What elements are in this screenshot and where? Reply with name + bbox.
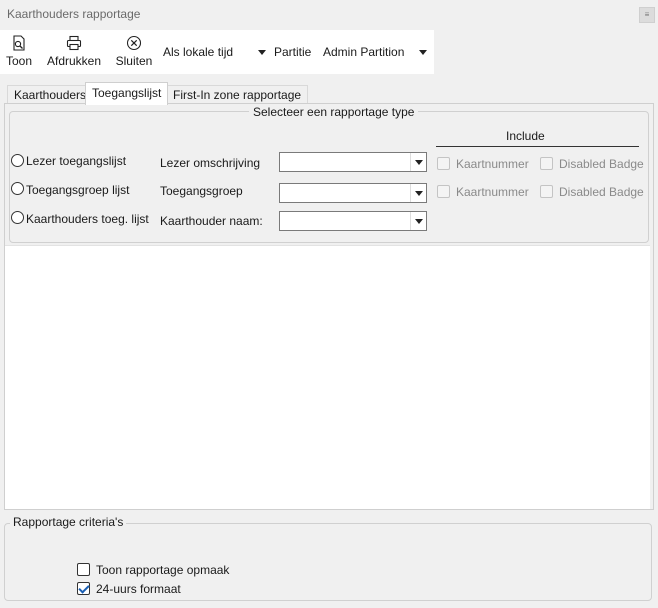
printer-icon xyxy=(66,35,82,51)
report-preview-area xyxy=(5,245,650,509)
show-report-layout-label: Toon rapportage opmaak xyxy=(96,563,230,577)
chevron-down-icon xyxy=(419,50,427,55)
partition-label: Partitie xyxy=(274,45,312,59)
radio-cardholder-access-list[interactable] xyxy=(11,211,24,224)
time-mode-value: Als lokale tijd xyxy=(163,45,234,59)
print-button-label: Afdrukken xyxy=(46,54,102,68)
include-card-number-checkbox-1[interactable] xyxy=(437,157,450,170)
partition-value: Admin Partition xyxy=(323,45,405,59)
show-report-layout-checkbox[interactable] xyxy=(77,563,90,576)
toolbar: Toon Afdrukken Sluiten Als lokale tijd P… xyxy=(0,30,434,74)
include-disabled-badge-label-2: Disabled Badge xyxy=(559,185,644,199)
include-card-number-label-2: Kaartnummer xyxy=(456,185,529,199)
radio-reader-access-list[interactable] xyxy=(11,154,24,167)
show-button-label: Toon xyxy=(5,54,33,68)
chevron-down-icon xyxy=(258,50,266,55)
include-disabled-badge-checkbox-2[interactable] xyxy=(540,185,553,198)
include-disabled-badge-label-1: Disabled Badge xyxy=(559,157,644,171)
partition-select[interactable]: Admin Partition xyxy=(320,41,431,63)
cardholder-name-label: Kaarthouder naam: xyxy=(160,214,263,228)
tab-strip: Kaarthouders Toegangslijst First-In zone… xyxy=(0,82,658,105)
close-circle-icon xyxy=(126,35,142,51)
radio-reader-access-list-label: Lezer toegangslijst xyxy=(26,154,127,168)
print-button[interactable]: Afdrukken xyxy=(44,30,104,74)
radio-access-group-list[interactable] xyxy=(11,182,24,195)
cardholder-name-select[interactable] xyxy=(279,211,427,231)
access-group-select[interactable] xyxy=(279,183,427,203)
close-button-label: Sluiten xyxy=(115,54,153,68)
time-mode-select[interactable]: Als lokale tijd xyxy=(160,41,270,63)
include-divider xyxy=(436,146,639,147)
pin-icon[interactable]: ≡ xyxy=(639,7,655,23)
report-type-legend: Selecteer een rapportage type xyxy=(249,105,419,119)
access-group-label: Toegangsgroep xyxy=(160,184,243,198)
include-card-number-checkbox-2[interactable] xyxy=(437,185,450,198)
include-disabled-badge-checkbox-1[interactable] xyxy=(540,157,553,170)
show-button[interactable]: Toon xyxy=(4,30,34,74)
include-card-number-label-1: Kaartnummer xyxy=(456,157,529,171)
include-title: Include xyxy=(506,129,545,143)
tab-toegangslijst[interactable]: Toegangslijst xyxy=(85,82,169,105)
reader-description-select[interactable] xyxy=(279,152,427,172)
preview-document-icon xyxy=(13,35,25,51)
24-hour-format-label: 24-uurs formaat xyxy=(96,582,181,596)
radio-cardholder-access-list-label: Kaarthouders toeg. lijst xyxy=(26,212,149,226)
report-criteria-legend: Rapportage criteria's xyxy=(10,515,127,529)
reader-description-label: Lezer omschrijving xyxy=(160,156,261,170)
chevron-down-icon[interactable] xyxy=(410,184,426,202)
tab-kaarthouders[interactable]: Kaarthouders xyxy=(7,85,94,104)
chevron-down-icon[interactable] xyxy=(410,212,426,230)
radio-access-group-list-label: Toegangsgroep lijst xyxy=(26,183,130,197)
tab-first-in-zone[interactable]: First-In zone rapportage xyxy=(166,85,309,104)
chevron-down-icon[interactable] xyxy=(410,153,426,171)
close-button[interactable]: Sluiten xyxy=(114,30,154,74)
window-title: Kaarthouders rapportage xyxy=(7,7,141,21)
24-hour-format-checkbox[interactable] xyxy=(77,582,90,595)
